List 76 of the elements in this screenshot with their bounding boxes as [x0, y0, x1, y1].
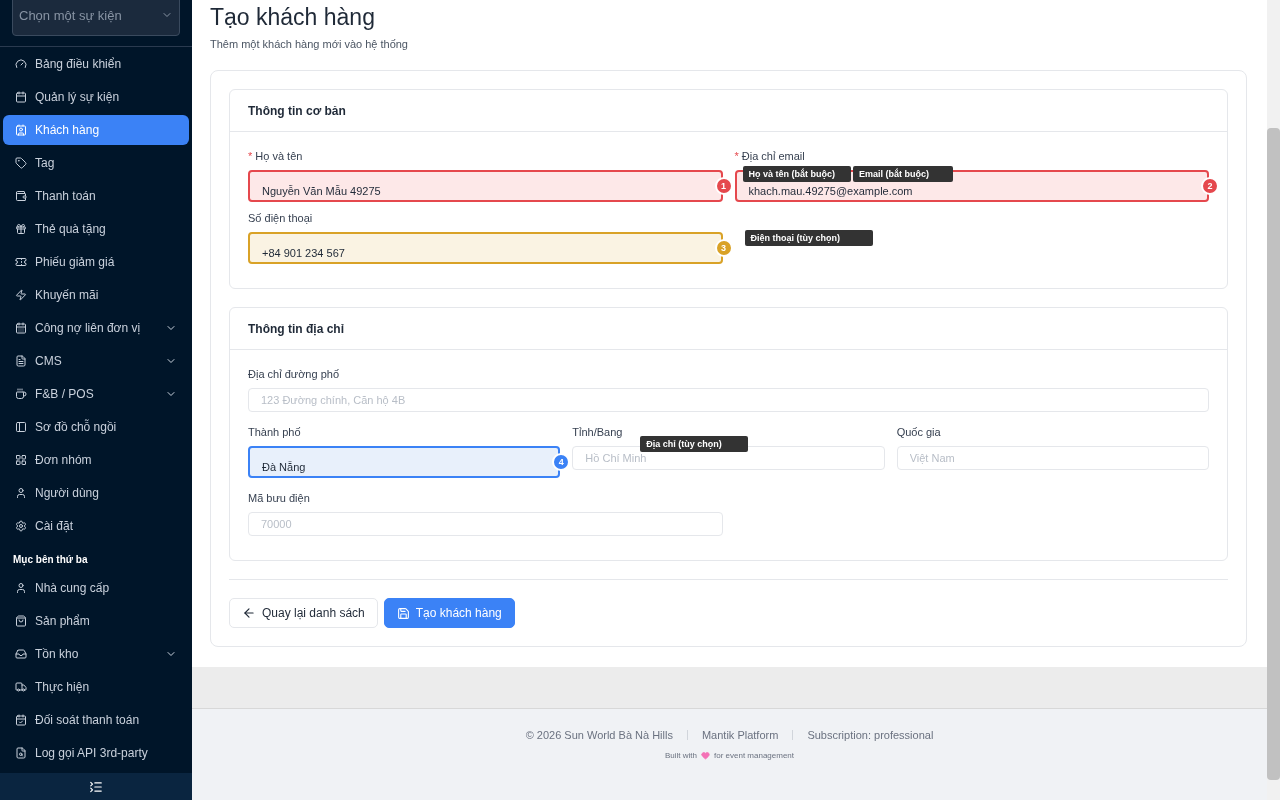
sidebar-item[interactable]: F&B / POS — [3, 379, 189, 409]
input-field[interactable]: 123 Đường chính, Căn hộ 4B — [248, 388, 1209, 412]
sidebar-item[interactable]: Bảng điều khiển — [3, 49, 189, 79]
annotation-tooltip: Email (bắt buộc) — [853, 166, 953, 182]
number-badge: 2 — [1201, 177, 1219, 195]
page-subtitle: Thêm một khách hàng mới vào hệ thống — [210, 38, 409, 50]
event-select[interactable]: Chọn một sự kiện — [12, 0, 180, 36]
sidebar-item[interactable]: Quản lý sự kiện — [3, 82, 189, 112]
sidebar-item[interactable]: Log gọi API 3rd-party — [3, 738, 189, 768]
field-label: * Họ và tên — [248, 150, 304, 162]
footer-text: Subscription: professional — [807, 729, 934, 741]
bag-icon — [15, 615, 27, 627]
layout-icon — [15, 421, 27, 433]
sidebar-item[interactable]: Khách hàng — [3, 115, 189, 145]
wallet-icon — [15, 190, 27, 202]
collapse-menu-icon[interactable] — [89, 779, 103, 794]
section-heading: Thông tin địa chỉ — [248, 321, 344, 336]
footer-note: for event management — [714, 751, 795, 760]
sidebar-item[interactable]: Thực hiện — [3, 672, 189, 702]
scrollbar-thumb[interactable] — [1267, 128, 1280, 780]
sidebar-item[interactable]: Sơ đồ chỗ ngồi — [3, 412, 189, 442]
save-icon — [396, 606, 410, 620]
input-field[interactable]: 70000 — [248, 512, 723, 536]
calendar-icon — [15, 91, 27, 103]
inbox-icon — [15, 648, 27, 660]
gift-icon — [15, 223, 27, 235]
back-button[interactable]: Quay lại danh sách — [229, 598, 378, 628]
field-label: Tỉnh/Bang — [572, 426, 624, 438]
footer-text: © 2026 Sun World Bà Nà Hills — [525, 729, 673, 741]
field-label: Quốc gia — [896, 426, 942, 438]
field-label: Mã bưu điện — [248, 492, 311, 504]
sidebar-item[interactable]: Phiếu giảm giá — [3, 247, 189, 277]
cup-icon — [15, 388, 27, 400]
gauge-icon — [15, 58, 27, 70]
document-icon — [15, 355, 27, 367]
sidebar-item[interactable]: Tồn kho — [3, 639, 189, 669]
page-title: Tạo khách hàng — [210, 4, 376, 31]
field-label: Số điện thoại — [248, 212, 314, 224]
sidebar-item[interactable]: Đơn nhóm — [3, 445, 189, 475]
user-icon — [15, 487, 27, 499]
sidebar-item[interactable]: Công nợ liên đơn vị — [3, 313, 189, 343]
sidebar-item[interactable]: Sản phẩm — [3, 606, 189, 636]
ticket-icon — [15, 256, 27, 268]
annotation-tooltip: Họ và tên (bắt buộc) — [742, 166, 851, 182]
annotation-tooltip: Điện thoại (tùy chọn) — [744, 230, 873, 246]
field-label: * Địa chỉ email — [734, 150, 806, 162]
document-search-icon — [15, 747, 27, 759]
footer-note: Built with — [664, 751, 697, 760]
user-icon — [15, 582, 27, 594]
calendar-icon — [15, 322, 27, 334]
truck-icon — [15, 681, 27, 693]
section-title: Mục bên thứ ba — [12, 553, 89, 568]
calendar-icon — [15, 714, 27, 726]
contacts-icon — [15, 124, 27, 136]
sidebar-item[interactable]: Thẻ quà tặng — [3, 214, 189, 244]
annotation-tooltip: Địa chỉ (tùy chọn) — [640, 436, 749, 452]
grid-icon — [15, 454, 27, 466]
tag-icon — [15, 157, 27, 169]
sidebar-item[interactable]: Tag — [3, 148, 189, 178]
lightning-icon — [15, 289, 27, 301]
sidebar-item[interactable]: Cài đặt — [3, 511, 189, 541]
create-button[interactable]: Tạo khách hàng — [383, 598, 515, 628]
number-badge: 4 — [552, 453, 571, 471]
sidebar-item[interactable]: Nhà cung cấp — [3, 573, 189, 603]
sidebar-item[interactable]: Đối soát thanh toán — [3, 705, 189, 735]
sidebar-item[interactable]: Thanh toán — [3, 181, 189, 211]
sidebar-item[interactable]: Người dùng — [3, 478, 189, 508]
section-heading: Thông tin cơ bản — [248, 103, 346, 118]
heart-icon — [701, 751, 710, 760]
input-field[interactable]: Việt Nam — [896, 446, 1209, 470]
sidebar-item[interactable]: Khuyến mãi — [3, 280, 189, 310]
sidebar-item[interactable]: CMS — [3, 346, 189, 376]
settings-icon — [15, 520, 27, 532]
field-label: Địa chỉ đường phố — [248, 368, 341, 380]
field-label: Thành phố — [248, 426, 302, 438]
footer-text: Mantik Platform — [701, 729, 779, 741]
